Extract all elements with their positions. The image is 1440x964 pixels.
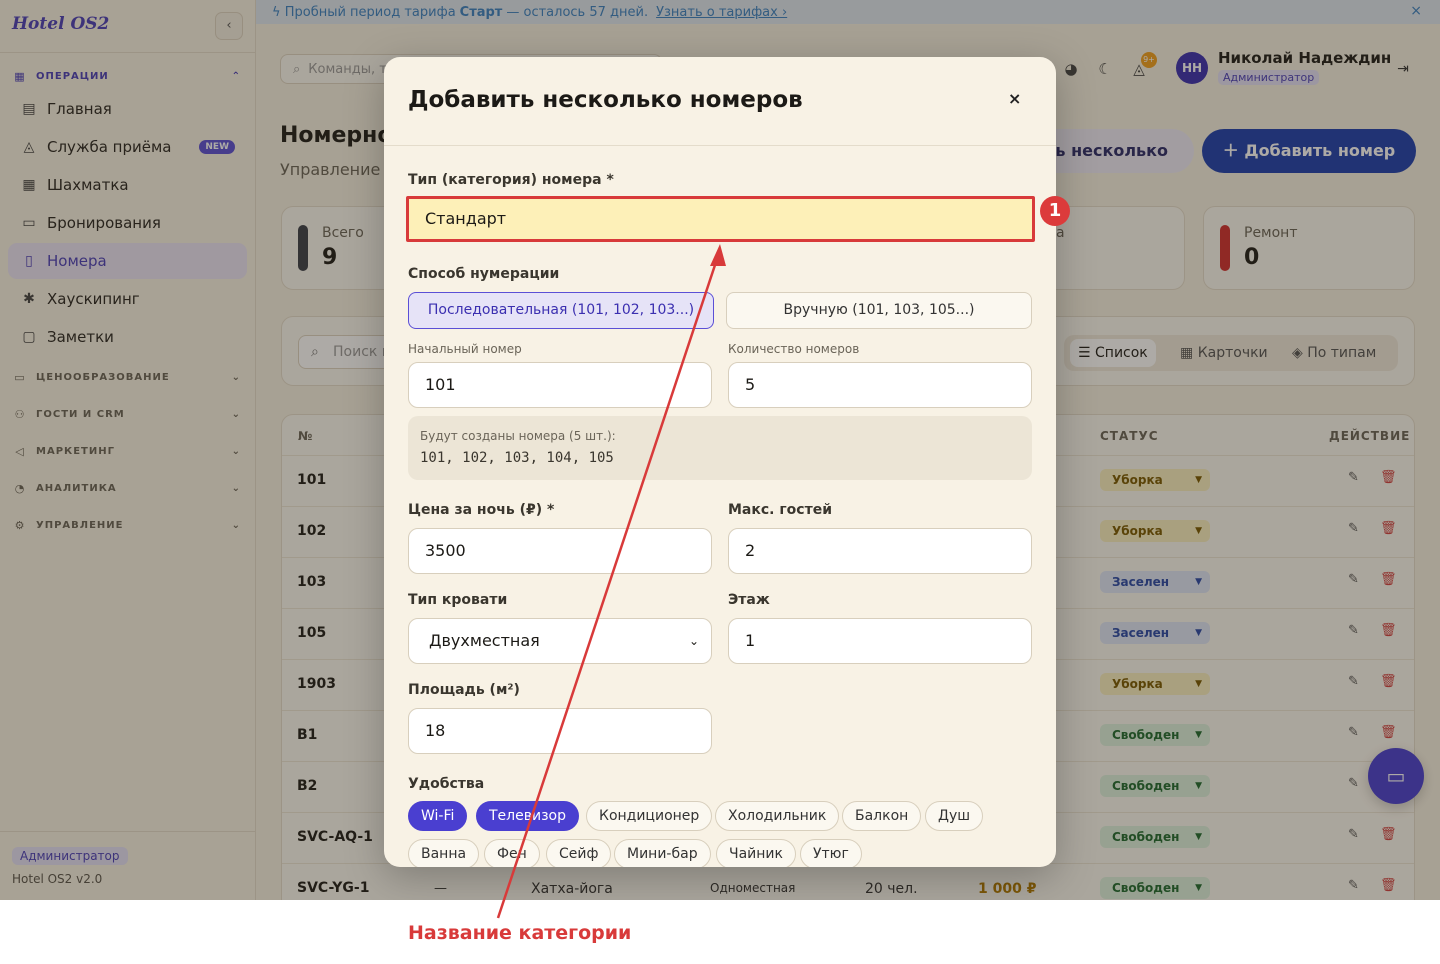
bed-type-label: Тип кровати xyxy=(408,592,508,608)
preview-label: Будут созданы номера (5 шт.): xyxy=(420,429,616,443)
room-count-input[interactable]: 5 xyxy=(728,362,1032,408)
amenity-chip[interactable]: Балкон xyxy=(842,801,922,831)
floor-label: Этаж xyxy=(728,592,770,608)
max-guests-input[interactable]: 2 xyxy=(728,528,1032,574)
divider xyxy=(384,145,1056,146)
room-count-label: Количество номеров xyxy=(728,342,860,356)
add-multiple-rooms-dialog: Добавить несколько номеров × Тип (катего… xyxy=(384,57,1056,867)
amenity-chip[interactable]: Кондиционер xyxy=(586,801,713,831)
annotation-marker: 1 xyxy=(1040,196,1070,226)
amenity-chip[interactable]: Wi-Fi xyxy=(408,801,468,831)
numbering-manual-option[interactable]: Вручную (101, 103, 105...) xyxy=(726,292,1032,329)
amenity-chip[interactable]: Душ xyxy=(925,801,984,831)
preview-value: 101, 102, 103, 104, 105 xyxy=(420,450,614,466)
area-label: Площадь (м²) xyxy=(408,682,520,698)
amenity-chip[interactable]: Чайник xyxy=(716,839,796,867)
price-input[interactable]: 3500 xyxy=(408,528,712,574)
bed-type-value: Двухместная xyxy=(429,631,540,650)
start-number-label: Начальный номер xyxy=(408,342,522,356)
amenity-chip[interactable]: Фен xyxy=(484,839,540,867)
amenity-chip[interactable]: Ванна xyxy=(408,839,480,867)
amenity-chip[interactable]: Утюг xyxy=(800,839,862,867)
category-label: Тип (категория) номера * xyxy=(408,172,614,188)
price-label: Цена за ночь (₽) * xyxy=(408,502,555,518)
app-window: Hotel OS2 ‹ ▦ ОПЕРАЦИИ ⌃ ▤ Главная ◬ Слу… xyxy=(0,0,1440,900)
amenity-chip[interactable]: Мини-бар xyxy=(614,839,711,867)
amenity-chip[interactable]: Телевизор xyxy=(476,801,579,831)
max-guests-label: Макс. гостей xyxy=(728,502,833,518)
dialog-title: Добавить несколько номеров xyxy=(408,87,803,113)
annotation-caption: Название категории xyxy=(408,922,632,944)
bed-type-select[interactable]: Двухместная ⌄ xyxy=(408,618,712,664)
floor-input[interactable]: 1 xyxy=(728,618,1032,664)
start-number-input[interactable]: 101 xyxy=(408,362,712,408)
chevron-down-icon: ⌄ xyxy=(688,634,699,648)
category-input[interactable]: Стандарт xyxy=(406,196,1035,242)
area-input[interactable]: 18 xyxy=(408,708,712,754)
numbers-preview: Будут созданы номера (5 шт.): 101, 102, … xyxy=(408,416,1032,480)
numbering-label: Способ нумерации xyxy=(408,266,560,282)
close-icon[interactable]: × xyxy=(1008,89,1021,108)
amenity-chip[interactable]: Холодильник xyxy=(715,801,840,831)
numbering-sequential-option[interactable]: Последовательная (101, 102, 103...) xyxy=(408,292,714,329)
amenities-label: Удобства xyxy=(408,776,485,792)
amenity-chip[interactable]: Сейф xyxy=(546,839,612,867)
